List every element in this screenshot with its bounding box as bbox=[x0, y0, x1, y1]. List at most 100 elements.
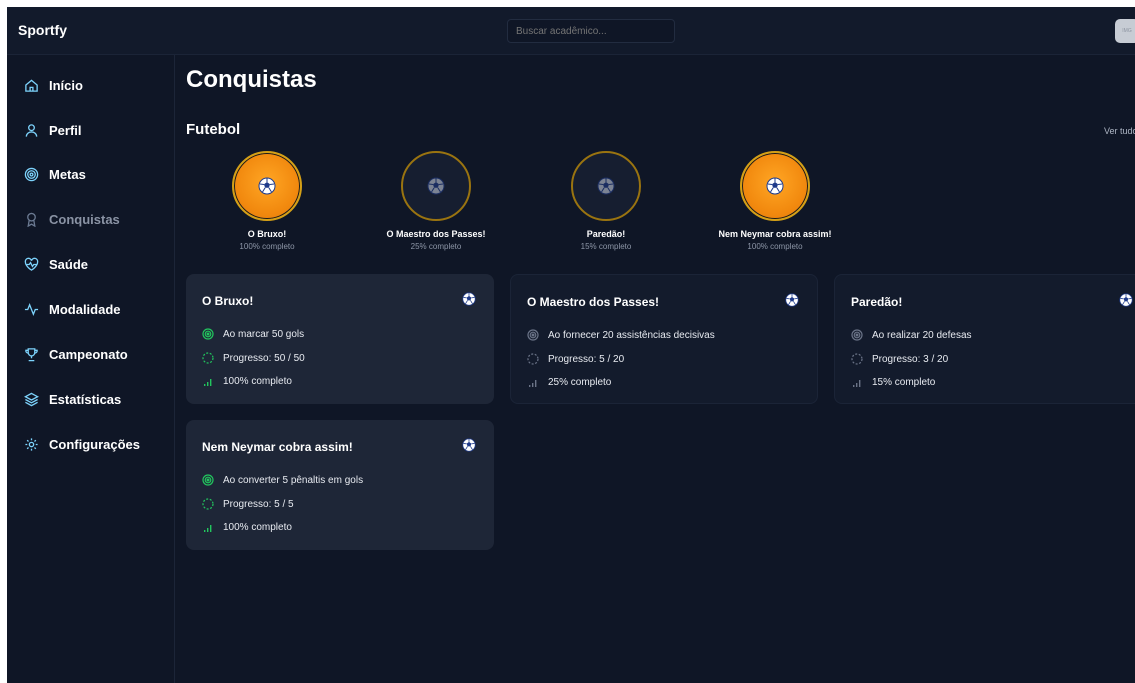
sidebar-item-label: Configurações bbox=[49, 436, 141, 452]
achievement-card[interactable]: Nem Neymar cobra assim! Ao converter 5 p… bbox=[186, 420, 494, 550]
signal-bars-icon bbox=[527, 376, 539, 388]
sidebar-item-estatisticas[interactable]: Estatísticas bbox=[23, 388, 121, 410]
sidebar-item-saude[interactable]: Saúde bbox=[23, 253, 88, 275]
card-percent-text: 25% completo bbox=[548, 376, 612, 388]
badge-name: Nem Neymar cobra assim! bbox=[718, 229, 832, 239]
sidebar-item-conquistas[interactable]: Conquistas bbox=[23, 208, 120, 230]
sidebar-item-metas[interactable]: Metas bbox=[23, 163, 86, 185]
badge-progress: 15% completo bbox=[580, 242, 632, 251]
sidebar-item-label: Início bbox=[49, 77, 83, 93]
app-window: Sportfy IMG Início Perfil Metas bbox=[7, 7, 1135, 683]
card-percent: 15% completo bbox=[851, 376, 935, 388]
card-title: O Maestro dos Passes! bbox=[527, 295, 660, 309]
card-goal-text: Ao marcar 50 gols bbox=[223, 328, 305, 340]
card-progress: Progresso: 50 / 50 bbox=[202, 352, 305, 364]
gear-icon bbox=[23, 436, 39, 452]
sidebar: Início Perfil Metas Conquistas Saúde Mod… bbox=[7, 55, 175, 683]
sidebar-item-label: Campeonato bbox=[49, 346, 128, 362]
see-all-link[interactable]: Ver tudo bbox=[1104, 126, 1135, 136]
sidebar-item-inicio[interactable]: Início bbox=[23, 74, 83, 96]
card-goal: Ao marcar 50 gols bbox=[202, 328, 304, 340]
card-progress: Progresso: 5 / 20 bbox=[527, 353, 624, 365]
soccer-ball-icon bbox=[258, 177, 276, 195]
sidebar-item-modalidade[interactable]: Modalidade bbox=[23, 298, 121, 320]
target-icon bbox=[851, 329, 863, 341]
achievement-badge[interactable]: O Maestro dos Passes! 25% completo bbox=[356, 151, 516, 251]
soccer-ball-icon bbox=[462, 438, 476, 452]
card-goal-text: Ao fornecer 20 assistências decisivas bbox=[548, 329, 715, 341]
heart-pulse-icon bbox=[23, 256, 39, 272]
card-goal: Ao realizar 20 defesas bbox=[851, 329, 972, 341]
badge-progress: 100% completo bbox=[239, 242, 295, 251]
badge-medal bbox=[740, 151, 810, 221]
signal-bars-icon bbox=[202, 375, 214, 387]
sidebar-item-label: Saúde bbox=[49, 256, 89, 272]
badge-name: O Maestro dos Passes! bbox=[386, 229, 486, 239]
badge-progress: 100% completo bbox=[747, 242, 803, 251]
loader-icon bbox=[851, 353, 863, 365]
badge-medal bbox=[401, 151, 471, 221]
target-icon bbox=[202, 328, 214, 340]
card-goal-text: Ao converter 5 pênaltis em gols bbox=[223, 474, 364, 486]
achievement-badge[interactable]: Paredão! 15% completo bbox=[526, 151, 686, 251]
user-icon bbox=[23, 122, 39, 138]
loader-icon bbox=[202, 498, 214, 510]
card-title: Paredão! bbox=[851, 295, 903, 309]
signal-bars-icon bbox=[851, 376, 863, 388]
card-progress-text: Progresso: 3 / 20 bbox=[872, 353, 949, 365]
card-percent-text: 100% completo bbox=[223, 521, 292, 533]
card-progress: Progresso: 5 / 5 bbox=[202, 498, 294, 510]
target-icon bbox=[23, 166, 39, 182]
page-title: Conquistas bbox=[186, 66, 317, 93]
sidebar-item-label: Modalidade bbox=[49, 301, 121, 317]
sidebar-item-label: Metas bbox=[49, 166, 86, 182]
soccer-ball-icon bbox=[462, 292, 476, 306]
award-icon bbox=[23, 211, 39, 227]
target-icon bbox=[527, 329, 539, 341]
card-progress-text: Progresso: 5 / 20 bbox=[548, 353, 625, 365]
card-progress-text: Progresso: 50 / 50 bbox=[223, 352, 305, 364]
card-percent: 25% completo bbox=[527, 376, 611, 388]
soccer-ball-icon bbox=[766, 177, 784, 195]
section-title: Futebol bbox=[186, 121, 241, 138]
card-title: Nem Neymar cobra assim! bbox=[202, 440, 353, 454]
sidebar-item-label: Perfil bbox=[49, 122, 82, 138]
card-percent-text: 15% completo bbox=[872, 376, 936, 388]
target-icon bbox=[202, 474, 214, 486]
achievement-badge[interactable]: Nem Neymar cobra assim! 100% completo bbox=[695, 151, 855, 251]
loader-icon bbox=[527, 353, 539, 365]
sidebar-item-label: Conquistas bbox=[49, 211, 120, 227]
badge-progress: 25% completo bbox=[410, 242, 462, 251]
soccer-ball-icon bbox=[597, 177, 615, 195]
soccer-ball-icon bbox=[1119, 293, 1133, 307]
achievement-badge[interactable]: O Bruxo! 100% completo bbox=[187, 151, 347, 251]
sidebar-item-configuracoes[interactable]: Configurações bbox=[23, 433, 140, 455]
card-goal: Ao fornecer 20 assistências decisivas bbox=[527, 329, 715, 341]
achievement-card[interactable]: O Maestro dos Passes! Ao fornecer 20 ass… bbox=[510, 274, 818, 404]
search-input[interactable] bbox=[507, 19, 675, 43]
card-percent: 100% completo bbox=[202, 521, 292, 533]
activity-icon bbox=[23, 301, 39, 317]
main-content: Conquistas Futebol Ver tudo O Bruxo! 100… bbox=[185, 55, 1135, 683]
card-goal: Ao converter 5 pênaltis em gols bbox=[202, 474, 363, 486]
card-goal-text: Ao realizar 20 defesas bbox=[872, 329, 972, 341]
sidebar-item-perfil[interactable]: Perfil bbox=[23, 119, 82, 141]
sidebar-item-campeonato[interactable]: Campeonato bbox=[23, 343, 128, 365]
brand-logo[interactable]: Sportfy bbox=[18, 22, 67, 38]
soccer-ball-icon bbox=[427, 177, 445, 195]
soccer-ball-icon bbox=[785, 293, 799, 307]
achievement-card[interactable]: O Bruxo! Ao marcar 50 gols Progresso: 50… bbox=[186, 274, 494, 404]
trophy-icon bbox=[23, 346, 39, 362]
card-progress-text: Progresso: 5 / 5 bbox=[223, 498, 294, 510]
avatar[interactable]: IMG bbox=[1115, 19, 1135, 43]
card-percent: 100% completo bbox=[202, 375, 292, 387]
sidebar-item-label: Estatísticas bbox=[49, 391, 122, 407]
loader-icon bbox=[202, 352, 214, 364]
card-progress: Progresso: 3 / 20 bbox=[851, 353, 948, 365]
home-icon bbox=[23, 77, 39, 93]
signal-bars-icon bbox=[202, 521, 214, 533]
badge-medal bbox=[571, 151, 641, 221]
layers-icon bbox=[23, 391, 39, 407]
achievement-card[interactable]: Paredão! Ao realizar 20 defesas Progress… bbox=[834, 274, 1135, 404]
card-percent-text: 100% completo bbox=[223, 375, 292, 387]
